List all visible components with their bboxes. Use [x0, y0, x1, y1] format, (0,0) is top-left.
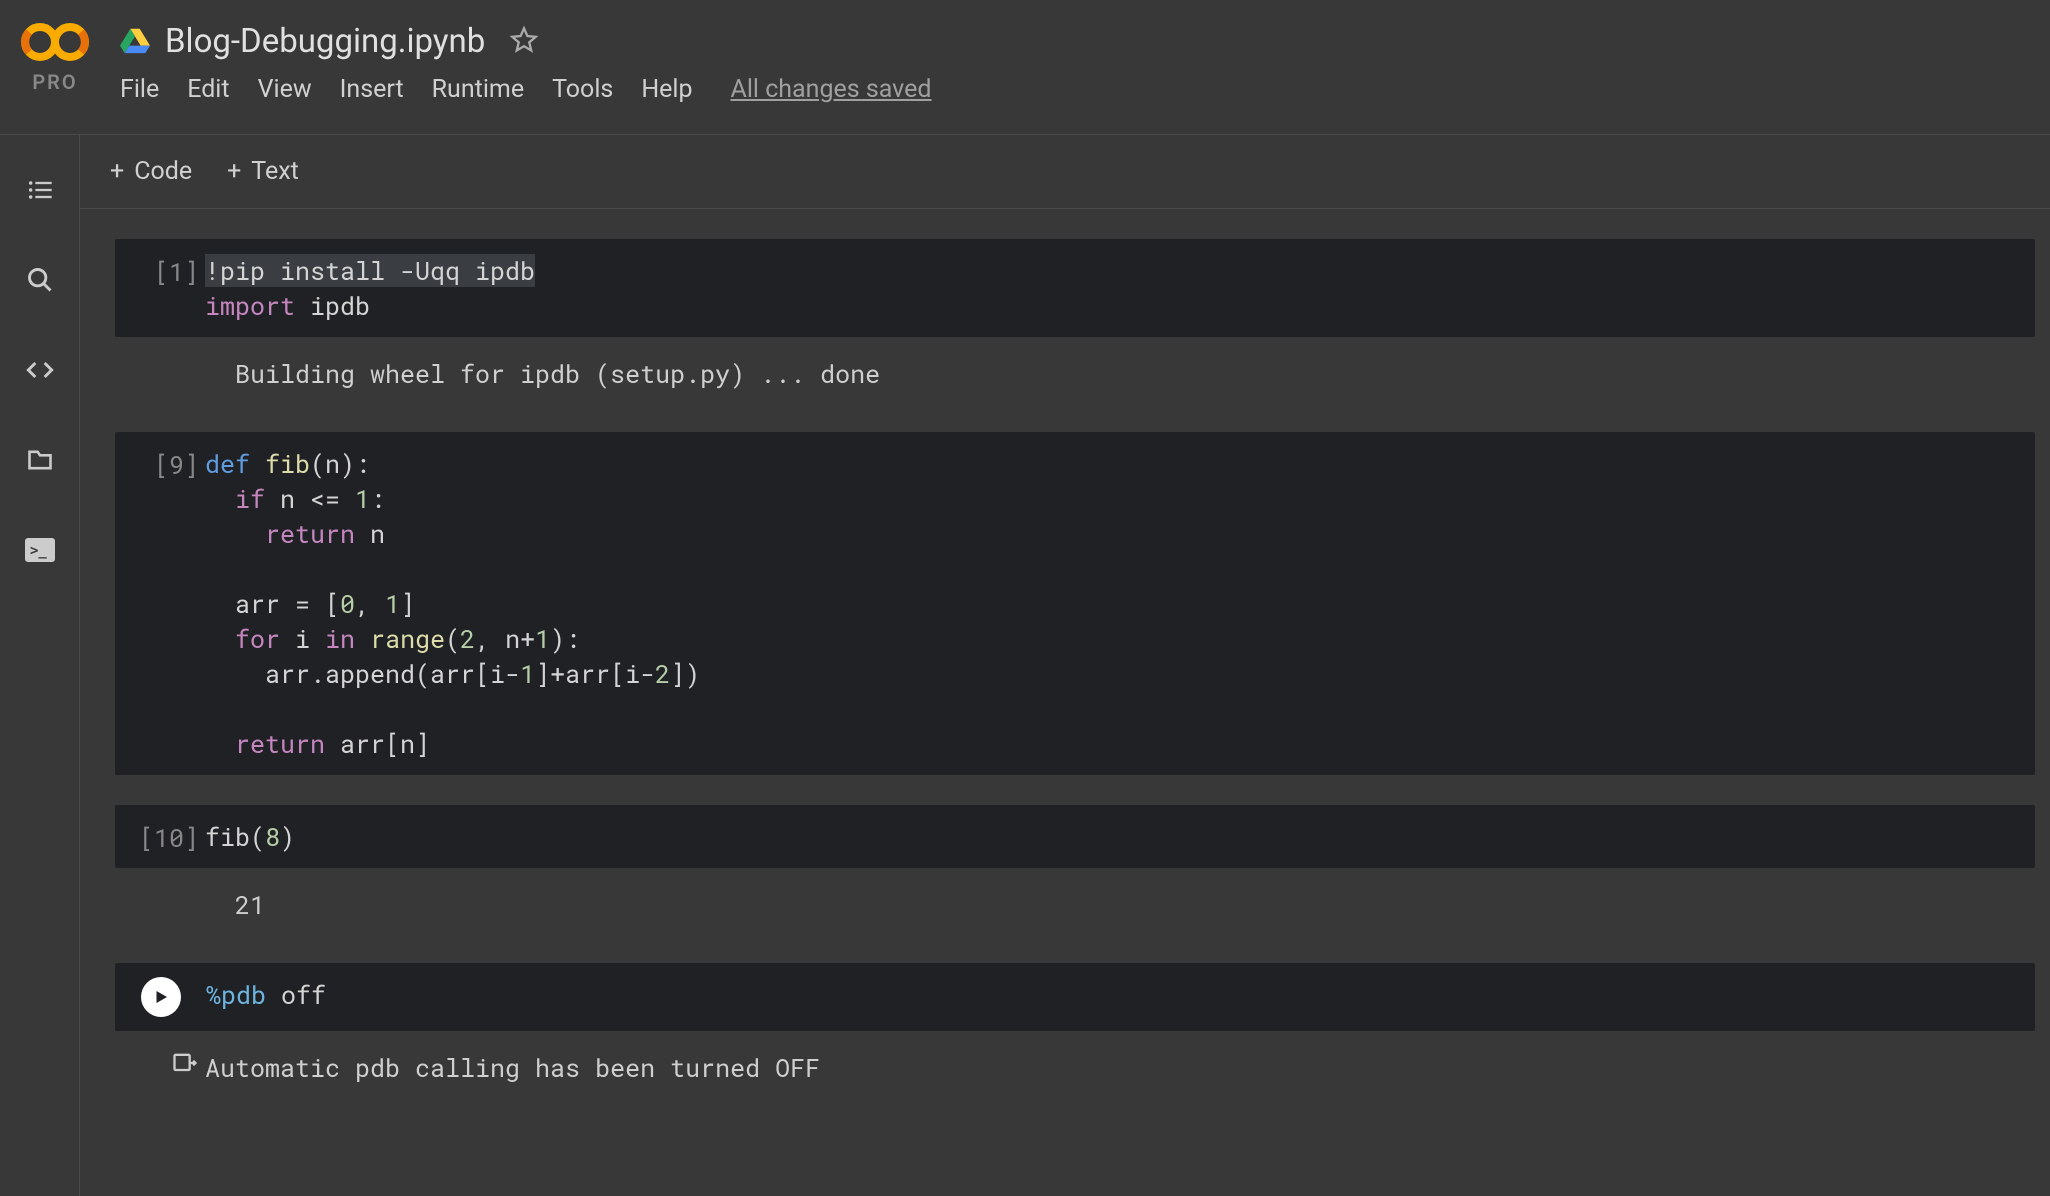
menu-help[interactable]: Help	[641, 75, 692, 104]
add-text-button[interactable]: + Text	[227, 157, 299, 186]
code-editor[interactable]: def fib(n): if n <= 1: return n arr = [0…	[205, 446, 700, 761]
menu-view[interactable]: View	[258, 75, 312, 104]
title-row: Blog-Debugging.ipynb	[120, 10, 2030, 69]
add-code-button[interactable]: + Code	[110, 157, 192, 186]
menu-insert[interactable]: Insert	[340, 75, 404, 104]
terminal-icon[interactable]: >_	[25, 535, 55, 565]
notebook-title[interactable]: Blog-Debugging.ipynb	[165, 22, 485, 61]
app-header: PRO Blog-Debugging.ipynb File Edit View …	[0, 0, 2050, 135]
code-editor[interactable]: %pdb off	[206, 977, 326, 1012]
save-status[interactable]: All changes saved	[731, 75, 932, 104]
cell-output: 21	[115, 868, 2035, 933]
add-text-label: Text	[251, 157, 299, 186]
menu-tools[interactable]: Tools	[552, 75, 613, 104]
star-icon[interactable]	[510, 26, 538, 58]
cell-input[interactable]: [10]fib(8)	[115, 805, 2035, 868]
notebook-content: + Code + Text [1]!pip install -Uqq ipdb …	[80, 135, 2050, 1196]
folder-icon[interactable]	[25, 445, 55, 475]
plus-icon: +	[227, 157, 241, 186]
cell-input[interactable]: [1]!pip install -Uqq ipdb import ipdb	[115, 239, 2035, 337]
search-icon[interactable]	[25, 265, 55, 295]
code-editor[interactable]: fib(8)	[205, 819, 295, 854]
cell-input[interactable]: %pdb off	[115, 963, 2035, 1031]
plus-icon: +	[110, 157, 124, 186]
execution-count: [10]	[131, 819, 199, 854]
execution-count: [9]	[131, 446, 199, 481]
menu-bar: File Edit View Insert Runtime Tools Help…	[120, 69, 2030, 118]
cell-input[interactable]: [9]def fib(n): if n <= 1: return n arr =…	[115, 432, 2035, 775]
code-cell: %pdb off Automatic pdb calling has been t…	[115, 963, 2035, 1096]
code-cell: [1]!pip install -Uqq ipdb import ipdb Bui…	[115, 239, 2035, 402]
run-button[interactable]	[141, 977, 181, 1017]
code-editor[interactable]: !pip install -Uqq ipdb import ipdb	[205, 253, 535, 323]
output-text: Automatic pdb calling has been turned OF…	[205, 1049, 820, 1088]
cell-toolbar: + Code + Text	[80, 135, 2050, 209]
add-code-label: Code	[134, 157, 192, 186]
code-cell: [9]def fib(n): if n <= 1: return n arr =…	[115, 432, 2035, 775]
svg-text:>_: >_	[30, 543, 47, 559]
cells-container: [1]!pip install -Uqq ipdb import ipdb Bui…	[80, 209, 2050, 1125]
output-text: 21	[205, 886, 265, 925]
left-rail: >_	[0, 135, 80, 1196]
execution-count: [1]	[131, 253, 199, 288]
menu-file[interactable]: File	[120, 75, 159, 104]
main-area: >_ + Code + Text [1]!pip install -Uqq ip…	[0, 135, 2050, 1196]
code-cell: [10]fib(8) 21	[115, 805, 2035, 933]
cell-output: Building wheel for ipdb (setup.py) ... d…	[115, 337, 2035, 402]
toc-icon[interactable]	[25, 175, 55, 205]
pro-label: PRO	[32, 70, 77, 94]
menu-edit[interactable]: Edit	[187, 75, 229, 104]
output-gutter	[131, 1049, 199, 1081]
code-snippets-icon[interactable]	[25, 355, 55, 385]
menu-runtime[interactable]: Runtime	[432, 75, 524, 104]
logo-block: PRO	[20, 20, 90, 94]
cell-output: Automatic pdb calling has been turned OF…	[115, 1031, 2035, 1096]
output-collapse-icon[interactable]	[171, 1049, 199, 1081]
colab-logo	[20, 20, 90, 65]
output-text: Building wheel for ipdb (setup.py) ... d…	[205, 355, 880, 394]
drive-icon	[120, 26, 150, 58]
